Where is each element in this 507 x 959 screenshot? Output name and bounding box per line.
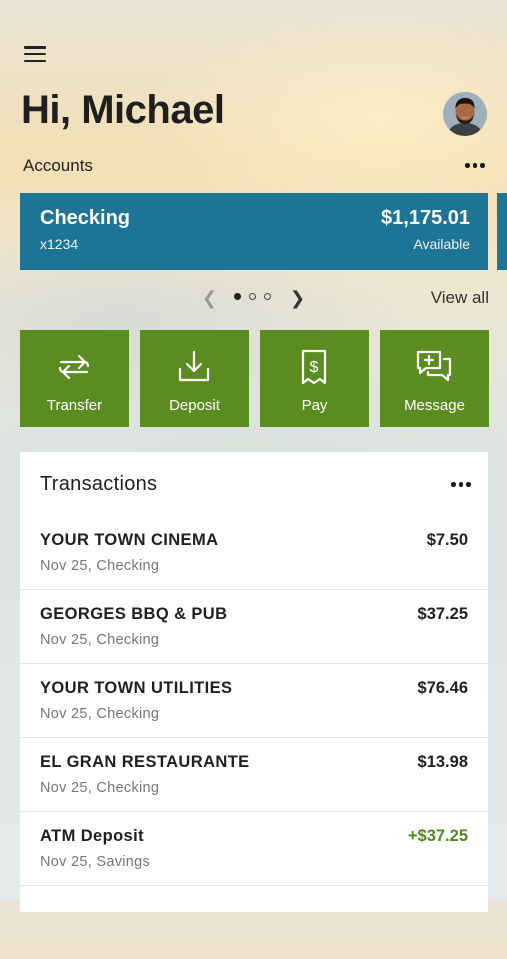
transactions-more-icon[interactable]: [451, 482, 471, 487]
hamburger-menu-icon[interactable]: [24, 44, 46, 64]
transaction-date-account: Nov 25, Checking: [40, 558, 160, 574]
message-button[interactable]: Message: [380, 330, 489, 427]
transaction-amount-credit: +$37.25: [407, 827, 468, 845]
next-account-card-peek[interactable]: [497, 193, 507, 270]
transfer-arrows-icon: [58, 354, 90, 380]
transactions-panel: Transactions YOUR TOWN CINEMA Nov 25, Ch…: [20, 452, 488, 912]
transaction-name: ATM Deposit: [40, 827, 145, 845]
transaction-amount: $37.25: [417, 605, 468, 623]
pay-button[interactable]: $ Pay: [260, 330, 369, 427]
svg-text:$: $: [310, 359, 319, 376]
message-add-icon: [416, 350, 452, 382]
transaction-row[interactable]: YOUR TOWN UTILITIES Nov 25, Checking $76…: [20, 664, 488, 738]
transactions-list: YOUR TOWN CINEMA Nov 25, Checking $7.50 …: [20, 516, 488, 959]
transaction-name: EL GRAN RESTAURANTE: [40, 753, 250, 771]
transaction-date-account: Nov 25, Checking: [40, 632, 160, 648]
transaction-row[interactable]: EL GRAN RESTAURANTE Nov 25, Checking $13…: [20, 738, 488, 812]
deposit-download-icon: [178, 350, 210, 382]
chevron-right-icon[interactable]: ❯: [290, 288, 305, 309]
transaction-date-account: Nov 25, Savings: [40, 854, 151, 870]
deposit-label: Deposit: [169, 397, 220, 414]
transaction-date-account: Nov 25, Checking: [40, 780, 160, 796]
accounts-section-label: Accounts: [23, 156, 93, 175]
transaction-name: YOUR TOWN CINEMA: [40, 531, 219, 549]
view-all-accounts-link[interactable]: View all: [431, 288, 489, 308]
transaction-name: GEORGES BBQ & PUB: [40, 605, 228, 623]
avatar-image: [443, 92, 487, 136]
account-card-checking[interactable]: Checking x1234 $1,175.01 Available: [20, 193, 488, 270]
transaction-amount: $76.46: [417, 679, 468, 697]
transfer-label: Transfer: [46, 397, 103, 414]
transaction-row[interactable]: ATM Deposit Nov 25, Savings +$37.25: [20, 812, 488, 886]
transaction-row[interactable]: YOUR TOWN CINEMA Nov 25, Checking $7.50: [20, 516, 488, 590]
deposit-button[interactable]: Deposit: [140, 330, 249, 427]
pager-dot[interactable]: [264, 293, 271, 300]
transfer-button[interactable]: Transfer: [20, 330, 129, 427]
greeting-heading: Hi, Michael: [21, 88, 225, 132]
transaction-name: YOUR TOWN UTILITIES: [40, 679, 233, 697]
transaction-amount: $13.98: [417, 753, 468, 771]
quick-actions: Transfer Deposit $ Pay Message: [20, 330, 489, 427]
accounts-pager: ❮ ❯: [202, 286, 312, 308]
transaction-amount: $7.50: [426, 531, 468, 549]
pay-label: Pay: [301, 397, 328, 414]
transaction-row[interactable]: GEORGES BBQ & PUB Nov 25, Checking $37.2…: [20, 590, 488, 664]
user-avatar[interactable]: [443, 92, 487, 136]
accounts-more-icon[interactable]: [465, 163, 485, 168]
pay-bill-icon: $: [301, 349, 327, 385]
pager-dot-active[interactable]: [234, 293, 241, 300]
chevron-left-icon[interactable]: ❮: [202, 288, 217, 309]
account-name: Checking: [40, 207, 131, 229]
account-number: x1234: [40, 236, 79, 252]
account-balance-label: Available: [413, 236, 470, 252]
transaction-row-partial[interactable]: [20, 886, 488, 959]
transaction-date-account: Nov 25, Checking: [40, 706, 160, 722]
account-balance: $1,175.01: [381, 207, 470, 229]
transactions-title: Transactions: [40, 473, 158, 495]
message-label: Message: [404, 397, 465, 414]
pager-dot[interactable]: [249, 293, 256, 300]
